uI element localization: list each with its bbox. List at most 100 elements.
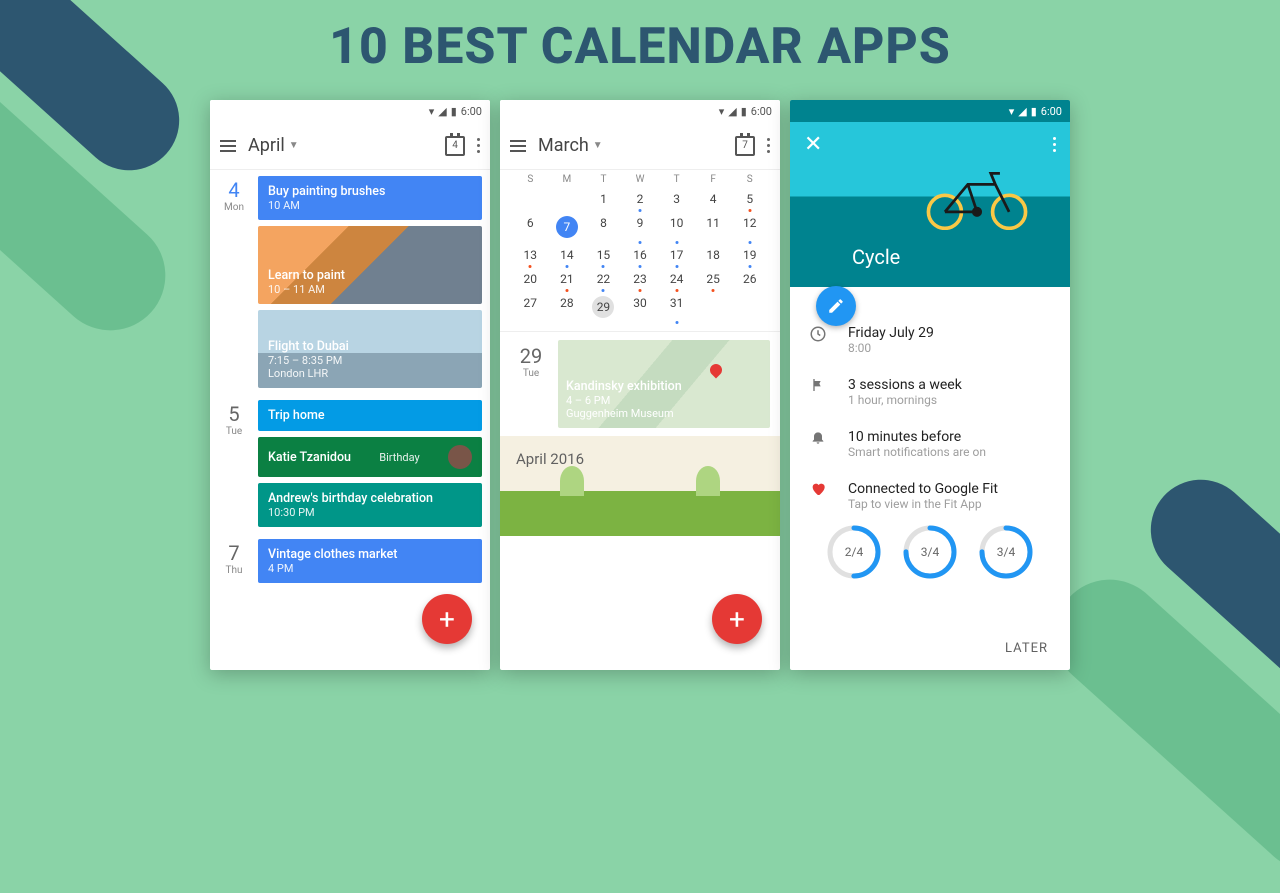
event-sub: 4 PM bbox=[268, 562, 472, 575]
menu-icon[interactable] bbox=[220, 140, 236, 152]
day-cell[interactable]: 27 bbox=[512, 291, 549, 323]
status-bar: ▾ ◢ ▮ 6:00 bbox=[500, 100, 780, 122]
day-cell[interactable]: 25 bbox=[695, 267, 732, 291]
day-cell[interactable]: 6 bbox=[512, 211, 549, 243]
weekday-label: W bbox=[622, 174, 659, 185]
progress-ring: 3/4 bbox=[901, 523, 959, 581]
month-selector[interactable]: March ▼ bbox=[538, 135, 723, 156]
day-cell[interactable]: 29 bbox=[585, 291, 622, 323]
event-sub: 10:30 PM bbox=[268, 506, 472, 519]
day-cell[interactable]: 21 bbox=[549, 267, 586, 291]
bell-icon bbox=[808, 429, 828, 445]
close-icon[interactable]: ✕ bbox=[804, 132, 822, 157]
day-cell[interactable]: 1 bbox=[585, 187, 622, 211]
weekday-row: SMTWTFS bbox=[500, 170, 780, 187]
event-sub: 10 AM bbox=[268, 199, 472, 212]
event-title: Flight to Dubai bbox=[268, 339, 472, 354]
status-time: 6:00 bbox=[1041, 105, 1062, 118]
event-card[interactable]: Trip home bbox=[258, 400, 482, 431]
event-title: Buy painting brushes bbox=[268, 184, 472, 199]
day-cell[interactable]: 24 bbox=[658, 267, 695, 291]
month-selector[interactable]: April ▼ bbox=[248, 135, 433, 156]
day-cell[interactable]: 18 bbox=[695, 243, 732, 267]
day-cell bbox=[549, 187, 586, 211]
more-icon[interactable] bbox=[767, 138, 770, 153]
status-time: 6:00 bbox=[461, 105, 482, 118]
month-label: March bbox=[538, 135, 589, 156]
day-cell[interactable]: 8 bbox=[585, 211, 622, 243]
day-cell[interactable]: 26 bbox=[731, 267, 768, 291]
wifi-icon: ▾ bbox=[429, 105, 435, 118]
detail-row[interactable]: Friday July 298:00 bbox=[808, 325, 1052, 355]
day-cell[interactable]: 11 bbox=[695, 211, 732, 243]
day-cell[interactable]: 7 bbox=[549, 211, 586, 243]
weekday-label: S bbox=[512, 174, 549, 185]
day-cell[interactable]: 10 bbox=[658, 211, 695, 243]
event-card[interactable]: Andrew's birthday celebration10:30 PM bbox=[258, 483, 482, 527]
event-sub: Birthday bbox=[379, 451, 420, 464]
event-card[interactable]: Flight to Dubai7:15 – 8:35 PMLondon LHR bbox=[258, 310, 482, 388]
day-cell[interactable]: 17 bbox=[658, 243, 695, 267]
day-cell[interactable]: 15 bbox=[585, 243, 622, 267]
day-cell[interactable]: 4 bbox=[695, 187, 732, 211]
day-cell[interactable]: 31 bbox=[658, 291, 695, 323]
app-bar: April ▼ 4 bbox=[210, 122, 490, 170]
day-cell[interactable]: 9 bbox=[622, 211, 659, 243]
day-cell[interactable]: 2 bbox=[622, 187, 659, 211]
day-cell bbox=[512, 187, 549, 211]
day-name: Thu bbox=[214, 565, 254, 576]
add-event-fab[interactable]: + bbox=[422, 594, 472, 644]
event-card[interactable]: Kandinsky exhibition 4 – 6 PM Guggenheim… bbox=[558, 340, 770, 428]
day-cell[interactable]: 30 bbox=[622, 291, 659, 323]
signal-icon: ◢ bbox=[728, 105, 736, 118]
goal-title: Cycle bbox=[852, 245, 900, 269]
phone-goal: ▾ ◢ ▮ 6:00 ✕ Cycle Friday July 298:003 s… bbox=[790, 100, 1070, 670]
more-icon[interactable] bbox=[477, 138, 480, 153]
event-card[interactable]: Learn to paint10 – 11 AM bbox=[258, 226, 482, 304]
event-title: Kandinsky exhibition bbox=[566, 379, 762, 394]
wifi-icon: ▾ bbox=[719, 105, 725, 118]
event-card[interactable]: Katie TzanidouBirthday bbox=[258, 437, 482, 477]
edit-fab[interactable] bbox=[816, 286, 856, 326]
detail-sub: 1 hour, mornings bbox=[848, 393, 962, 407]
day-cell[interactable]: 16 bbox=[622, 243, 659, 267]
day-cell[interactable]: 3 bbox=[658, 187, 695, 211]
month-banner-label: April 2016 bbox=[516, 450, 584, 468]
weekday-label: S bbox=[731, 174, 768, 185]
day-cell[interactable]: 22 bbox=[585, 267, 622, 291]
day-cell bbox=[731, 291, 768, 323]
more-icon[interactable] bbox=[1053, 137, 1056, 152]
day-cell[interactable]: 20 bbox=[512, 267, 549, 291]
weekday-label: T bbox=[585, 174, 622, 185]
event-card[interactable]: Vintage clothes market4 PM bbox=[258, 539, 482, 583]
progress-ring: 2/4 bbox=[825, 523, 883, 581]
month-banner: April 2016 bbox=[500, 436, 780, 536]
detail-row[interactable]: 10 minutes beforeSmart notifications are… bbox=[808, 429, 1052, 459]
event-time: 4 – 6 PM bbox=[566, 394, 762, 407]
day-cell[interactable]: 12 bbox=[731, 211, 768, 243]
add-event-fab[interactable]: + bbox=[712, 594, 762, 644]
detail-title: Friday July 29 bbox=[848, 325, 934, 341]
today-icon[interactable]: 7 bbox=[735, 136, 755, 156]
today-icon[interactable]: 4 bbox=[445, 136, 465, 156]
flag-icon bbox=[808, 377, 828, 393]
day-number: 7 bbox=[214, 541, 254, 565]
weekday-label: F bbox=[695, 174, 732, 185]
day-cell[interactable]: 13 bbox=[512, 243, 549, 267]
day-cell[interactable]: 28 bbox=[549, 291, 586, 323]
phone-month: ▾ ◢ ▮ 6:00 March ▼ 7 SMTWTFS 12345678910… bbox=[500, 100, 780, 670]
event-location: Guggenheim Museum bbox=[566, 407, 762, 420]
detail-row[interactable]: Connected to Google FitTap to view in th… bbox=[808, 481, 1052, 511]
day-cell[interactable]: 23 bbox=[622, 267, 659, 291]
day-cell[interactable]: 14 bbox=[549, 243, 586, 267]
event-card[interactable]: Buy painting brushes10 AM bbox=[258, 176, 482, 220]
weekday-label: M bbox=[549, 174, 586, 185]
detail-sub: Tap to view in the Fit App bbox=[848, 497, 998, 511]
detail-row[interactable]: 3 sessions a week1 hour, mornings bbox=[808, 377, 1052, 407]
menu-icon[interactable] bbox=[510, 140, 526, 152]
day-cell[interactable]: 19 bbox=[731, 243, 768, 267]
day-cell[interactable]: 5 bbox=[731, 187, 768, 211]
later-button[interactable]: LATER bbox=[1005, 641, 1048, 656]
month-label: April bbox=[248, 135, 285, 156]
month-grid: 1234567891011121314151617181920212223242… bbox=[500, 187, 780, 331]
